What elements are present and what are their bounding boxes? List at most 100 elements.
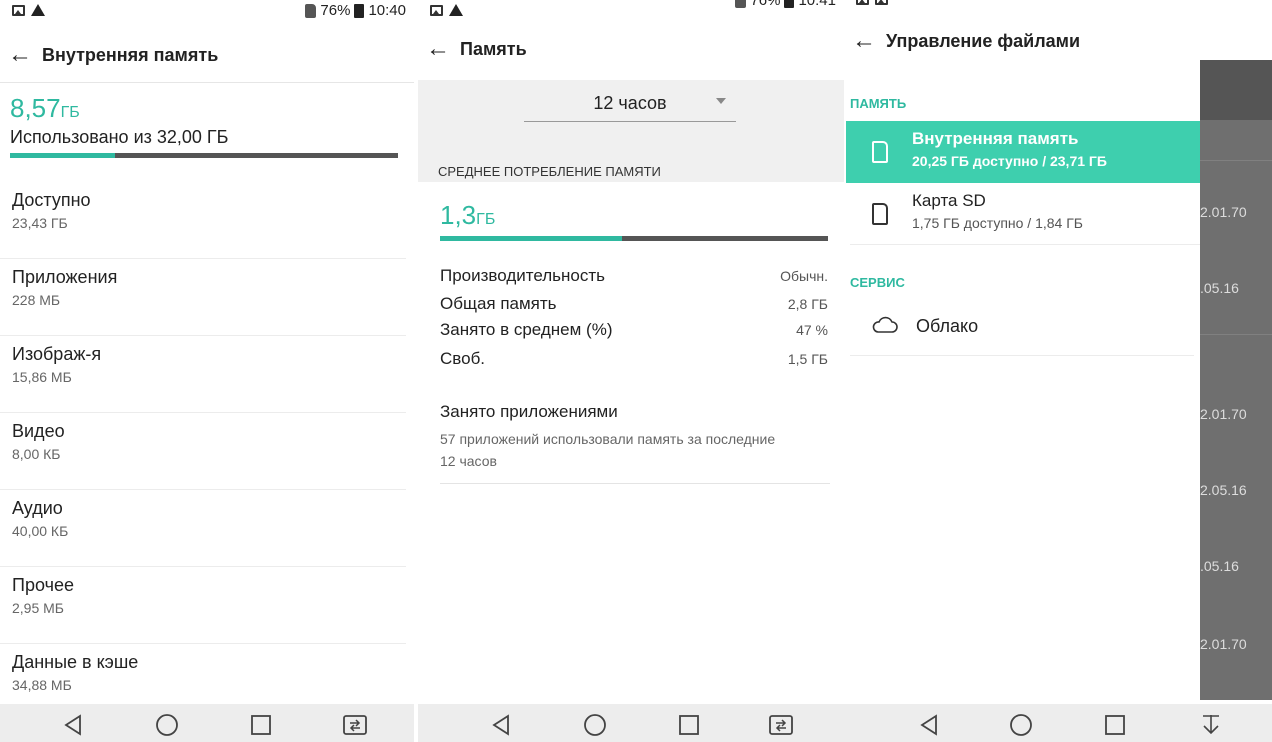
app-bar: ← Память [418, 24, 844, 74]
drive-notification-icon [31, 4, 45, 16]
storage-category-size: 40,00 КБ [12, 523, 69, 539]
battery-percent: 76% [750, 0, 781, 9]
apps-memory-item[interactable]: Занято приложениями 57 приложений исполь… [440, 402, 830, 484]
storage-category-size: 34,88 МБ [12, 677, 72, 693]
sd-card-status-icon [305, 3, 317, 18]
storage-category-label: Аудио [12, 498, 63, 518]
nav-recents-icon[interactable] [246, 710, 276, 740]
nav-recents-icon[interactable] [674, 710, 704, 740]
storage-category-size: 15,86 МБ [12, 369, 72, 385]
memory-stat-label: Производительность [440, 266, 606, 285]
period-dropdown[interactable]: 12 часов [524, 92, 736, 122]
navigation-bar [0, 704, 414, 742]
background-date: 2.05.16 [1200, 482, 1247, 498]
average-memory-summary: 1,3ГБ [418, 182, 844, 256]
sd-card-info: 1,75 ГБ доступно / 1,84 ГБ [912, 215, 1083, 231]
section-header: СРЕДНЕЕ ПОТРЕБЛЕНИЕ ПАМЯТИ [418, 138, 844, 182]
period-selector-area: 12 часов [418, 80, 844, 138]
nav-dual-window-icon[interactable] [766, 710, 796, 740]
memory-stat-value: Обычн. [780, 268, 828, 284]
nav-back-icon[interactable] [914, 710, 944, 740]
clock: 10:40 [368, 2, 406, 19]
storage-category-size: 228 МБ [12, 292, 61, 308]
file-manager-screen: ← Управление файлами 2.01.70 .05.16 2.01… [844, 0, 1272, 742]
status-bar: 76% 10:41 [418, 0, 844, 26]
status-bar: 76% 10:40 [0, 0, 414, 26]
memory-stat-label: Своб. [440, 349, 486, 368]
average-value: 1,3 [440, 200, 477, 230]
background-date: 2.01.70 [1200, 406, 1247, 422]
cloud-item[interactable]: Облако [850, 296, 1194, 356]
dropdown-caret-icon [716, 98, 726, 104]
memory-usage-bar-fill [440, 236, 623, 241]
apps-memory-description: 57 приложений использовали память за пос… [440, 431, 776, 469]
nav-home-icon[interactable] [580, 710, 610, 740]
page-title: Внутренняя память [42, 44, 219, 65]
internal-storage-item[interactable]: Внутренняя память 20,25 ГБ доступно / 23… [846, 121, 1200, 183]
nav-back-icon[interactable] [486, 710, 516, 740]
memory-screen: 76% 10:41 ← Память 12 часов СРЕДНЕЕ ПОТР… [418, 0, 844, 742]
average-unit: ГБ [476, 211, 496, 228]
storage-category-item[interactable]: Прочее 2,95 МБ [0, 567, 406, 644]
used-of-total: Использовано из 32,00 ГБ [10, 127, 229, 147]
storage-summary: 8,57ГБ Использовано из 32,00 ГБ [0, 82, 414, 182]
storage-category-size: 23,43 ГБ [12, 215, 68, 231]
clock: 10:41 [798, 0, 836, 9]
memory-section-label: ПАМЯТЬ [850, 96, 907, 111]
gallery-notification-icon [430, 4, 443, 16]
back-arrow-icon[interactable]: ← [852, 27, 882, 55]
memory-stat-value: 47 % [796, 322, 828, 338]
storage-category-label: Видео [12, 421, 65, 441]
memory-stat-row: Своб. 1,5 ГБ [440, 349, 828, 369]
storage-category-item[interactable]: Приложения 228 МБ [0, 259, 406, 336]
service-section-label: СЕРВИС [850, 275, 905, 290]
nav-notification-pull-icon[interactable] [1196, 710, 1226, 740]
used-unit: ГБ [60, 104, 80, 121]
storage-usage-bar [10, 153, 398, 158]
apps-memory-label: Занято приложениями [440, 402, 618, 421]
memory-usage-bar [440, 236, 828, 241]
storage-category-size: 2,95 МБ [12, 600, 64, 616]
back-arrow-icon[interactable]: ← [8, 41, 38, 69]
section-header-label: СРЕДНЕЕ ПОТРЕБЛЕНИЕ ПАМЯТИ [438, 164, 661, 179]
storage-category-item[interactable]: Доступно 23,43 ГБ [0, 182, 406, 259]
sd-card-status-icon [735, 0, 747, 8]
nav-dual-window-icon[interactable] [340, 710, 370, 740]
background-date: .05.16 [1200, 280, 1239, 296]
storage-usage-bar-fill [10, 153, 115, 158]
nav-home-icon[interactable] [152, 710, 182, 740]
background-header [1200, 60, 1272, 120]
internal-storage-info: 20,25 ГБ доступно / 23,71 ГБ [912, 153, 1107, 169]
storage-category-item[interactable]: Изображ-я 15,86 МБ [0, 336, 406, 413]
battery-icon [354, 3, 365, 18]
app-bar: ← Управление файлами [844, 16, 1272, 66]
back-arrow-icon[interactable]: ← [426, 35, 456, 63]
nav-home-icon[interactable] [1006, 710, 1036, 740]
gallery-notification-icon [12, 4, 25, 16]
background-date: 2.01.70 [1200, 204, 1247, 220]
internal-storage-screen: 76% 10:40 ← Внутренняя память 8,57ГБ Исп… [0, 0, 414, 742]
storage-category-label: Доступно [12, 190, 91, 210]
screenshot-notification-icon [875, 0, 888, 5]
period-dropdown-value: 12 часов [593, 93, 667, 113]
used-value: 8,57 [10, 93, 61, 123]
memory-stat-label: Занято в среднем (%) [440, 320, 613, 339]
storage-category-size: 8,00 КБ [12, 446, 61, 462]
storage-category-list: Доступно 23,43 ГБ Приложения 228 МБ Изображ-… [0, 182, 414, 721]
background-date: 2.01.70 [1200, 636, 1247, 652]
sd-card-item[interactable]: Карта SD 1,75 ГБ доступно / 1,84 ГБ [850, 183, 1200, 245]
battery-percent: 76% [320, 2, 351, 19]
storage-category-item[interactable]: Видео 8,00 КБ [0, 413, 406, 490]
nav-recents-icon[interactable] [1100, 710, 1130, 740]
cloud-label: Облако [916, 316, 979, 336]
page-title: Память [460, 38, 527, 59]
cloud-icon [872, 316, 898, 339]
memory-stat-value: 2,8 ГБ [787, 296, 828, 312]
drive-notification-icon [449, 4, 463, 16]
nav-back-icon[interactable] [58, 710, 88, 740]
app-bar: ← Внутренняя память [0, 30, 414, 80]
storage-category-label: Приложения [12, 267, 118, 287]
storage-category-item[interactable]: Аудио 40,00 КБ [0, 490, 406, 567]
storage-category-label: Прочее [12, 575, 74, 595]
background-file-list: 2.01.70 .05.16 2.01.70 2.05.16 .05.16 2.… [1200, 60, 1272, 700]
